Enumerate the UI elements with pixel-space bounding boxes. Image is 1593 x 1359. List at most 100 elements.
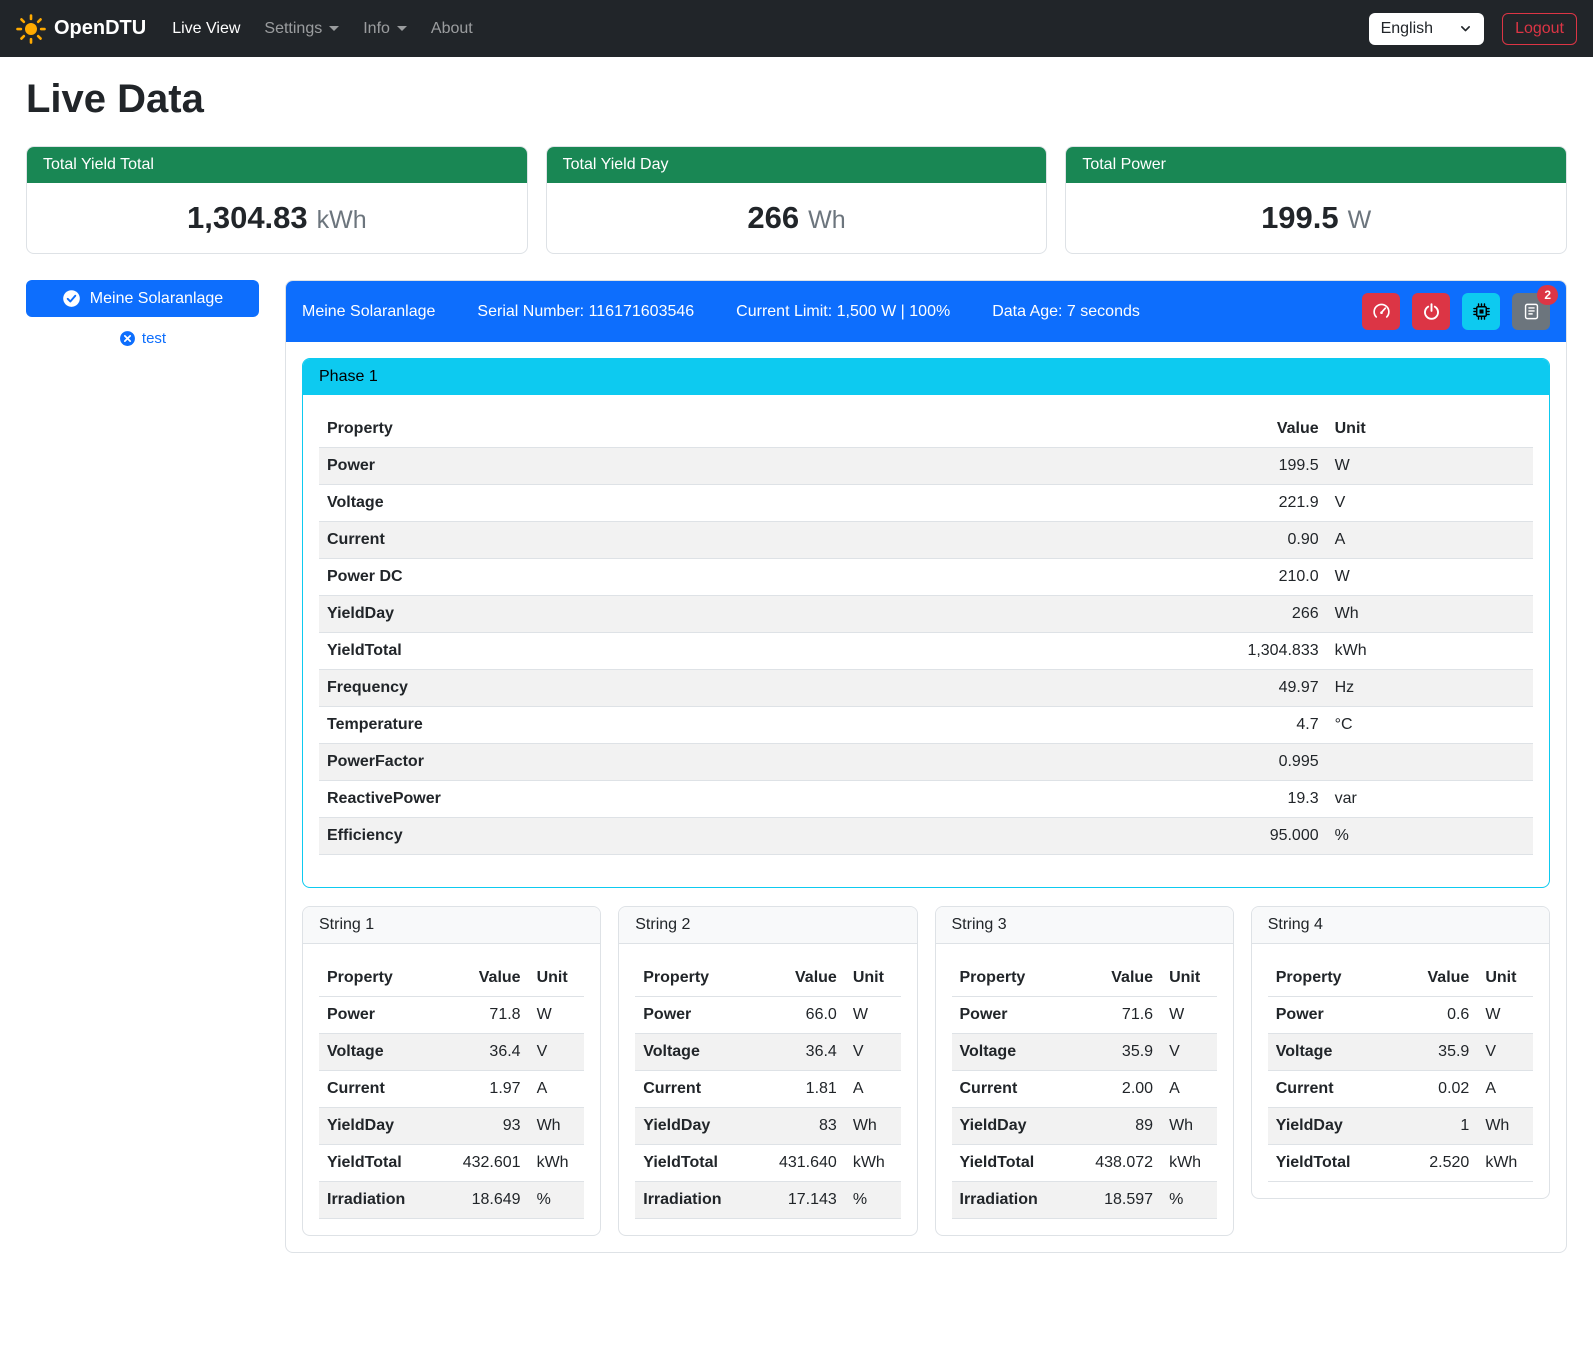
inverter-current-limit: Current Limit: 1,500 W | 100% <box>736 303 950 321</box>
table-row: Frequency 49.97 Hz <box>319 670 1533 707</box>
chevron-down-icon <box>1459 22 1472 35</box>
unit-cell: W <box>1327 559 1533 596</box>
unit-cell: W <box>845 997 901 1034</box>
value-column-header: Value <box>1076 960 1161 997</box>
property-cell: Voltage <box>319 485 1011 522</box>
limit-settings-button[interactable] <box>1362 293 1400 330</box>
string-table: Property Value Unit Power 0.6 W <box>1268 960 1533 1182</box>
test-link-label: test <box>142 330 166 347</box>
event-count-badge: 2 <box>1537 285 1558 305</box>
nav-links: Live View Settings Info About <box>160 12 485 46</box>
table-row: Voltage 36.4 V <box>635 1034 900 1071</box>
string-card-3: String 3 Property Value Unit <box>935 906 1234 1236</box>
summary-card-title: Total Power <box>1066 147 1566 183</box>
speedometer-icon <box>1372 302 1391 321</box>
unit-cell: Hz <box>1327 670 1533 707</box>
property-column-header: Property <box>319 411 1011 448</box>
journal-icon <box>1522 302 1541 321</box>
string-table: Property Value Unit Power 66.0 W <box>635 960 900 1219</box>
summary-cards: Total Yield Total 1,304.83kWh Total Yiel… <box>26 146 1567 254</box>
table-header-row: Property Value Unit <box>1268 960 1533 997</box>
value-cell: 49.97 <box>1011 670 1327 707</box>
table-row: Current 0.90 A <box>319 522 1533 559</box>
property-cell: Voltage <box>635 1034 760 1071</box>
property-cell: YieldTotal <box>319 633 1011 670</box>
nav-settings[interactable]: Settings <box>252 12 351 46</box>
value-cell: 18.597 <box>1076 1182 1161 1219</box>
property-cell: YieldDay <box>319 1108 444 1145</box>
nav-about[interactable]: About <box>419 12 485 46</box>
cpu-icon <box>1472 302 1491 321</box>
property-cell: YieldDay <box>319 596 1011 633</box>
unit-cell: A <box>845 1071 901 1108</box>
table-row: YieldTotal 1,304.833 kWh <box>319 633 1533 670</box>
summary-card-value: 199.5 <box>1261 200 1339 235</box>
property-cell: Power DC <box>319 559 1011 596</box>
nav-info[interactable]: Info <box>351 12 419 46</box>
value-cell: 0.90 <box>1011 522 1327 559</box>
unit-cell: % <box>1161 1182 1217 1219</box>
event-log-button[interactable]: 2 <box>1512 293 1550 330</box>
summary-card-value: 1,304.83 <box>187 200 308 235</box>
property-cell: YieldTotal <box>319 1145 444 1182</box>
table-row: Irradiation 18.597 % <box>952 1182 1217 1219</box>
table-row: Current 2.00 A <box>952 1071 1217 1108</box>
value-cell: 0.02 <box>1392 1071 1477 1108</box>
value-cell: 221.9 <box>1011 485 1327 522</box>
value-column-header: Value <box>760 960 845 997</box>
string-title: String 4 <box>1252 907 1549 944</box>
property-cell: Voltage <box>1268 1034 1393 1071</box>
navbar: OpenDTU Live View Settings Info About En… <box>0 0 1593 57</box>
power-settings-button[interactable] <box>1412 293 1450 330</box>
summary-card-unit: kWh <box>317 206 367 234</box>
property-column-header: Property <box>319 960 444 997</box>
nav-live-view[interactable]: Live View <box>160 12 252 46</box>
inverter-header-buttons: 2 <box>1362 293 1550 330</box>
table-row: Power 199.5 W <box>319 448 1533 485</box>
value-cell: 95.000 <box>1011 818 1327 855</box>
phase-body: Property Value Unit Power 199.5 W <box>303 395 1549 887</box>
value-cell: 35.9 <box>1392 1034 1477 1071</box>
table-header-row: Property Value Unit <box>952 960 1217 997</box>
property-cell: YieldDay <box>635 1108 760 1145</box>
test-link[interactable]: test <box>119 330 166 347</box>
table-row: YieldDay 89 Wh <box>952 1108 1217 1145</box>
table-row: YieldDay 93 Wh <box>319 1108 584 1145</box>
inverter-name: Meine Solaranlage <box>302 303 435 321</box>
unit-cell: V <box>1477 1034 1533 1071</box>
test-link-wrap: test <box>26 330 259 347</box>
unit-cell: kWh <box>1161 1145 1217 1182</box>
property-cell: Irradiation <box>319 1182 444 1219</box>
table-header-row: Property Value Unit <box>635 960 900 997</box>
property-cell: Power <box>635 997 760 1034</box>
property-cell: Voltage <box>319 1034 444 1071</box>
value-cell: 36.4 <box>444 1034 529 1071</box>
value-cell: 17.143 <box>760 1182 845 1219</box>
property-cell: YieldTotal <box>635 1145 760 1182</box>
device-info-button[interactable] <box>1462 293 1500 330</box>
value-cell: 71.8 <box>444 997 529 1034</box>
property-column-header: Property <box>1268 960 1393 997</box>
language-select[interactable]: English <box>1369 13 1484 45</box>
unit-cell: V <box>1161 1034 1217 1071</box>
value-cell: 1.81 <box>760 1071 845 1108</box>
unit-cell: W <box>529 997 585 1034</box>
value-cell: 438.072 <box>1076 1145 1161 1182</box>
logout-button[interactable]: Logout <box>1502 13 1577 45</box>
value-cell: 2.00 <box>1076 1071 1161 1108</box>
table-row: PowerFactor 0.995 <box>319 744 1533 781</box>
unit-cell: V <box>529 1034 585 1071</box>
summary-card-body: 199.5W <box>1066 183 1566 253</box>
unit-cell: Wh <box>529 1108 585 1145</box>
power-icon <box>1422 302 1441 321</box>
value-column-header: Value <box>1392 960 1477 997</box>
value-cell: 66.0 <box>760 997 845 1034</box>
unit-column-header: Unit <box>1327 411 1533 448</box>
unit-cell: W <box>1161 997 1217 1034</box>
unit-cell: W <box>1477 997 1533 1034</box>
inverter-select-button[interactable]: Meine Solaranlage <box>26 280 259 317</box>
brand[interactable]: OpenDTU <box>16 14 146 44</box>
table-row: Voltage 35.9 V <box>952 1034 1217 1071</box>
value-column-header: Value <box>1011 411 1327 448</box>
property-cell: Current <box>319 1071 444 1108</box>
